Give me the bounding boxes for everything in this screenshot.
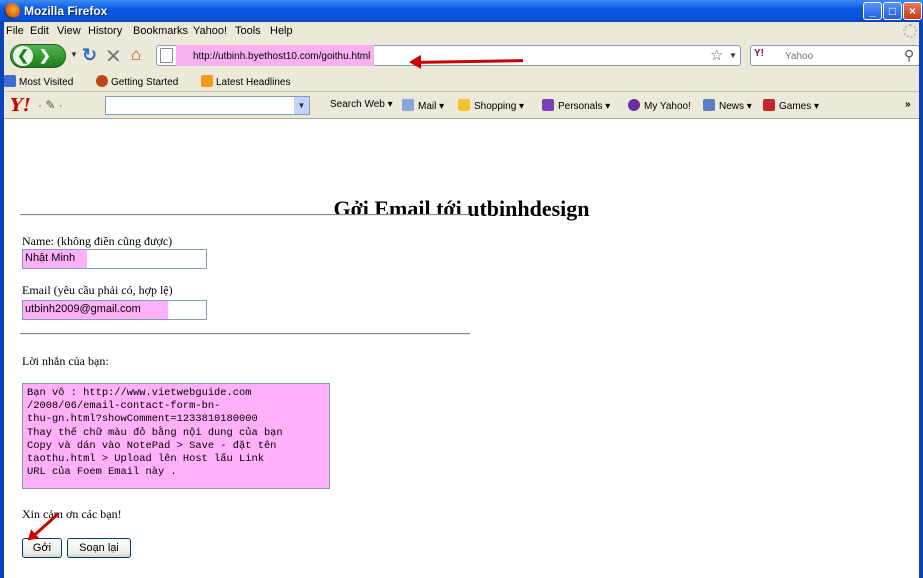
yahoo-logo-icon[interactable]: Y! [10, 95, 31, 116]
divider-bottom [20, 333, 470, 335]
yahoo-item-shopping[interactable]: Shopping ▾ [458, 99, 524, 112]
stop-icon[interactable]: ✕ [105, 44, 122, 69]
firefox-logo-icon [4, 3, 20, 19]
yahoo-item-mail[interactable]: Mail ▾ [402, 99, 444, 112]
games-icon [763, 99, 775, 111]
personals-icon [542, 99, 554, 111]
bookmarks-toolbar: Most Visited Getting Started Latest Head… [0, 71, 923, 92]
email-label: Email (yêu cầu phải có, hợp lệ) [22, 283, 173, 297]
yahoo-item-news[interactable]: News ▾ [703, 99, 752, 112]
name-label: Name: (không điền cũng được) [22, 234, 173, 248]
minimize-button[interactable]: _ [863, 2, 882, 20]
menu-view[interactable]: View [57, 25, 81, 37]
window-title: Mozilla Firefox [24, 4, 108, 18]
bookmark-latest-headlines[interactable]: Latest Headlines [201, 75, 291, 88]
message-textarea[interactable]: Bạn vô : http://www.vietwebguide.com /20… [22, 383, 330, 489]
page-icon [160, 48, 173, 63]
navigation-toolbar: ❮ ❯ ▼ ↻ ✕ ⌂ ☆ ▼ Y! ⚲ [0, 41, 923, 71]
thanks-text: Xin cảm ơn các bạn! [22, 507, 122, 521]
reset-button[interactable]: Soạn lại [67, 538, 131, 558]
url-dropdown-icon[interactable]: ▼ [729, 51, 737, 60]
menu-help[interactable]: Help [270, 25, 293, 37]
history-dropdown-icon[interactable]: ▼ [70, 50, 78, 59]
mail-icon [402, 99, 414, 111]
menu-yahoo[interactable]: Yahoo! [193, 25, 227, 37]
yahoo-item-games[interactable]: Games ▾ [763, 99, 819, 112]
yahoo-search-input[interactable]: ▼ [105, 96, 310, 115]
menu-bar: File Edit View History Bookmarks Yahoo! … [0, 22, 923, 41]
menu-tools[interactable]: Tools [235, 25, 261, 37]
search-bar[interactable]: Y! ⚲ [750, 45, 920, 66]
menu-history[interactable]: History [88, 25, 122, 37]
yahoo-search-dropdown-icon[interactable]: ▼ [294, 97, 309, 114]
window-border-right [919, 22, 923, 578]
news-icon [703, 99, 715, 111]
bookmark-most-visited[interactable]: Most Visited [4, 75, 73, 88]
yahoo-toolbar: Y! · ✎ · ▼ Search Web ▾ Mail ▾ Shopping … [0, 92, 923, 119]
bookmark-getting-started[interactable]: Getting Started [96, 75, 178, 88]
url-input[interactable] [193, 49, 383, 63]
email-value: utbinh2009@gmail.com [25, 303, 141, 315]
pencil-icon[interactable]: · ✎ · [38, 98, 63, 112]
search-engine-icon[interactable]: Y! [754, 48, 764, 59]
name-value: Nhật Minh [25, 252, 76, 264]
search-icon[interactable]: ⚲ [904, 47, 914, 64]
window-border-left [0, 22, 4, 578]
reload-icon[interactable]: ↻ [82, 45, 97, 66]
name-field[interactable]: Nhật Minh [22, 249, 207, 269]
most-visited-icon [4, 75, 16, 87]
forward-button[interactable]: ❯ [39, 47, 51, 64]
my-yahoo-icon [628, 99, 640, 111]
email-field[interactable]: utbinh2009@gmail.com [22, 300, 207, 320]
message-label: Lời nhắn của bạn: [22, 354, 109, 368]
menu-file[interactable]: File [6, 25, 24, 37]
close-button[interactable]: × [903, 2, 922, 20]
shopping-icon [458, 99, 470, 111]
throbber-icon [903, 24, 917, 38]
yahoo-item-my-yahoo[interactable]: My Yahoo! [628, 99, 691, 112]
window-titlebar: Mozilla Firefox _ □ × [0, 0, 923, 22]
firefox-icon [96, 75, 108, 87]
divider-top [20, 214, 470, 216]
back-button[interactable]: ❮ [13, 46, 33, 66]
bookmark-star-icon[interactable]: ☆ [710, 46, 723, 64]
toolbar-overflow-button[interactable]: » [905, 99, 911, 110]
yahoo-item-personals[interactable]: Personals ▾ [542, 99, 610, 112]
home-icon[interactable]: ⌂ [131, 45, 141, 65]
rss-icon [201, 75, 213, 87]
page-content: Gởi Email tới utbinhdesign Name: (không … [0, 120, 923, 578]
yahoo-search-web[interactable]: Search Web ▾ [330, 99, 393, 110]
search-input[interactable] [785, 49, 895, 63]
maximize-button[interactable]: □ [883, 2, 902, 20]
page-title: Gởi Email tới utbinhdesign [333, 196, 590, 221]
menu-edit[interactable]: Edit [30, 25, 49, 37]
back-forward-buttons: ❮ ❯ [10, 44, 66, 68]
menu-bookmarks[interactable]: Bookmarks [133, 25, 188, 37]
